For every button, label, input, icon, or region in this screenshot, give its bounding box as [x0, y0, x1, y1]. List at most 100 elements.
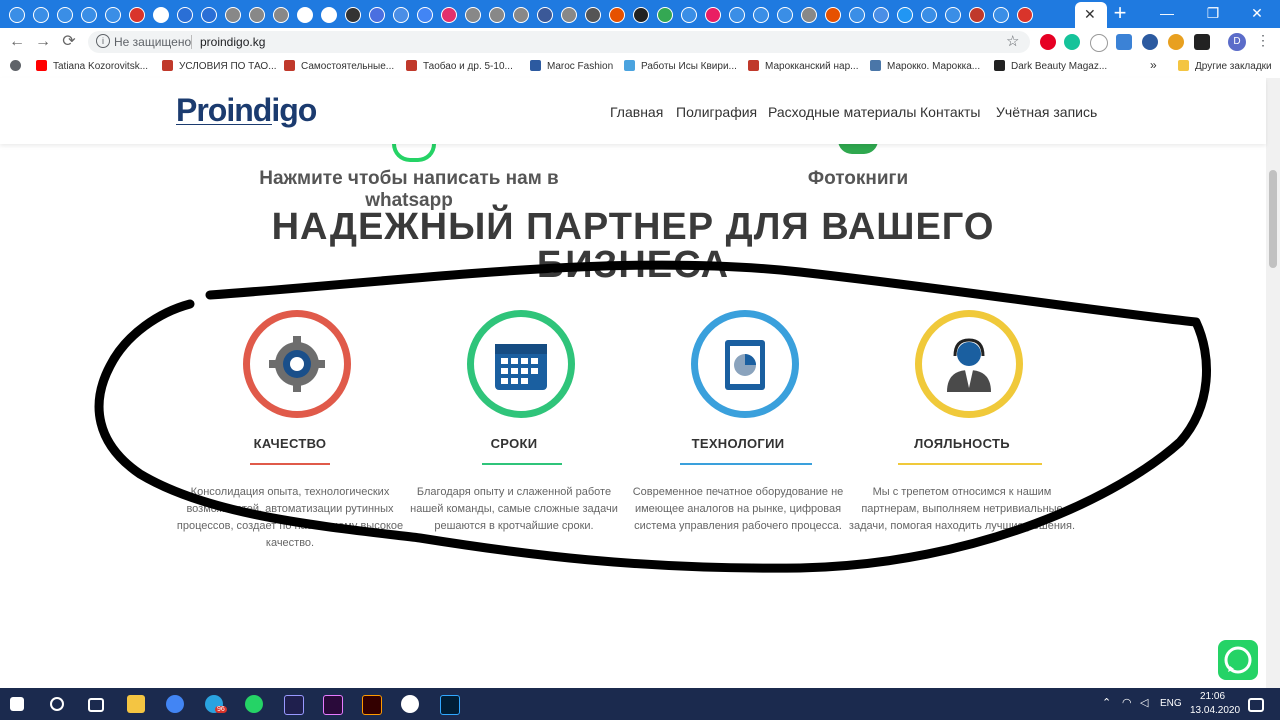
wifi-icon[interactable]: ◠	[1122, 696, 1132, 709]
minimize-button[interactable]: —	[1144, 0, 1190, 28]
language-indicator[interactable]: ENG	[1160, 698, 1182, 709]
page-scrollbar[interactable]	[1266, 78, 1280, 688]
browser-tab[interactable]	[822, 4, 842, 24]
browser-tab[interactable]	[318, 4, 338, 24]
browser-tab[interactable]	[870, 4, 890, 24]
browser-tab[interactable]	[30, 4, 50, 24]
browser-tab[interactable]	[846, 4, 866, 24]
bookmark-item[interactable]: УСЛОВИЯ ПО ТАО...	[162, 60, 277, 72]
browser-tab[interactable]	[918, 4, 938, 24]
whatsapp-float-button[interactable]	[1218, 640, 1258, 680]
browser-tab[interactable]	[582, 4, 602, 24]
bookmark-item[interactable]: Таобао и др. 5-10...	[406, 60, 513, 72]
clock-time[interactable]: 21:06	[1200, 691, 1225, 702]
close-window-button[interactable]: ✕	[1234, 0, 1280, 28]
browser-tab[interactable]	[414, 4, 434, 24]
photoshop-icon[interactable]	[440, 695, 460, 715]
browser-tab[interactable]	[990, 4, 1010, 24]
bookmarks-overflow-button[interactable]: »	[1150, 58, 1157, 72]
other-bookmarks-folder[interactable]: Другие закладки	[1178, 60, 1272, 72]
browser-tab[interactable]	[78, 4, 98, 24]
url-text[interactable]: proindigo.kg	[200, 35, 265, 49]
after-effects-icon[interactable]	[284, 695, 304, 715]
bookmark-item[interactable]: Марокканский нар...	[748, 60, 859, 72]
tray-chevron-icon[interactable]: ⌃	[1102, 696, 1111, 709]
browser-tab[interactable]	[390, 4, 410, 24]
browser-tab[interactable]	[726, 4, 746, 24]
extension-icon[interactable]	[1090, 34, 1108, 52]
browser-tab[interactable]	[966, 4, 986, 24]
browser-tab[interactable]	[654, 4, 674, 24]
browser-tab[interactable]	[126, 4, 146, 24]
menu-kebab-icon[interactable]: ⋮	[1256, 32, 1270, 49]
browser-tab[interactable]	[174, 4, 194, 24]
record-icon[interactable]	[401, 695, 419, 713]
notifications-icon[interactable]	[1248, 698, 1264, 712]
browser-tab[interactable]	[534, 4, 554, 24]
close-tab-icon[interactable]: ✕	[1084, 6, 1096, 23]
apps-icon[interactable]	[10, 60, 27, 72]
browser-tab[interactable]	[486, 4, 506, 24]
site-logo[interactable]: Proindigo	[176, 94, 317, 126]
browser-tab[interactable]	[462, 4, 482, 24]
forward-button[interactable]: →	[32, 31, 54, 53]
profile-avatar[interactable]: D	[1228, 33, 1246, 51]
chrome-icon[interactable]	[166, 695, 184, 713]
illustrator-icon[interactable]	[362, 695, 382, 715]
clock-date[interactable]: 13.04.2020	[1190, 705, 1240, 716]
browser-tab[interactable]	[198, 4, 218, 24]
browser-tab[interactable]	[294, 4, 314, 24]
nav-consumables[interactable]: Расходные материалы	[768, 104, 916, 120]
back-button[interactable]: ←	[6, 31, 28, 53]
extension-icon[interactable]	[1116, 34, 1132, 50]
browser-tab[interactable]	[774, 4, 794, 24]
browser-tab[interactable]	[798, 4, 818, 24]
nav-account[interactable]: Учётная запись	[996, 104, 1097, 120]
whatsapp-taskbar-icon[interactable]	[245, 695, 263, 713]
bookmark-star-icon[interactable]: ☆	[1006, 32, 1019, 50]
browser-tab[interactable]	[606, 4, 626, 24]
browser-tab[interactable]	[630, 4, 650, 24]
browser-tab[interactable]	[438, 4, 458, 24]
browser-tab[interactable]	[942, 4, 962, 24]
browser-tab[interactable]	[222, 4, 242, 24]
bookmark-item[interactable]: Работы Исы Квири...	[624, 60, 737, 72]
nav-printing[interactable]: Полиграфия	[676, 104, 757, 120]
bookmark-item[interactable]: Dark Beauty Magaz...	[994, 60, 1107, 72]
pinterest-extension-icon[interactable]	[1040, 34, 1056, 50]
browser-tab[interactable]	[558, 4, 578, 24]
extension-icon[interactable]	[1168, 34, 1184, 50]
bookmark-item[interactable]: Maroc Fashion	[530, 60, 613, 72]
reload-button[interactable]: ⟳	[58, 31, 80, 53]
nav-home[interactable]: Главная	[610, 104, 663, 120]
security-label[interactable]: Не защищено	[114, 35, 191, 49]
windows-start-icon[interactable]	[10, 697, 24, 711]
browser-tab[interactable]	[750, 4, 770, 24]
browser-tab[interactable]	[894, 4, 914, 24]
browser-tab[interactable]	[1014, 4, 1034, 24]
browser-tab[interactable]	[246, 4, 266, 24]
grammarly-extension-icon[interactable]	[1064, 34, 1080, 50]
browser-tab[interactable]	[6, 4, 26, 24]
browser-tab[interactable]	[54, 4, 74, 24]
browser-tab[interactable]	[510, 4, 530, 24]
new-tab-button[interactable]: +	[1108, 2, 1132, 26]
search-icon[interactable]	[50, 697, 64, 711]
active-tab[interactable]: ✕	[1075, 2, 1107, 28]
nav-contacts[interactable]: Контакты	[920, 104, 980, 120]
bookmark-item[interactable]: Самостоятельные...	[284, 60, 394, 72]
browser-tab[interactable]	[678, 4, 698, 24]
browser-tab[interactable]	[270, 4, 290, 24]
extension-icon[interactable]	[1194, 34, 1210, 50]
browser-tab[interactable]	[342, 4, 362, 24]
premiere-icon[interactable]	[323, 695, 343, 715]
bookmark-item[interactable]: Марокко. Марокка...	[870, 60, 980, 72]
browser-tab[interactable]	[366, 4, 386, 24]
maximize-button[interactable]: ❐	[1190, 0, 1236, 28]
browser-tab[interactable]	[150, 4, 170, 24]
extension-icon[interactable]	[1142, 34, 1158, 50]
scrollbar-thumb[interactable]	[1269, 170, 1277, 268]
bookmark-item[interactable]: Tatiana Kozorovitsk...	[36, 60, 148, 72]
info-icon[interactable]: i	[96, 34, 110, 48]
address-bar[interactable]: i Не защищено proindigo.kg ☆	[88, 31, 1030, 53]
